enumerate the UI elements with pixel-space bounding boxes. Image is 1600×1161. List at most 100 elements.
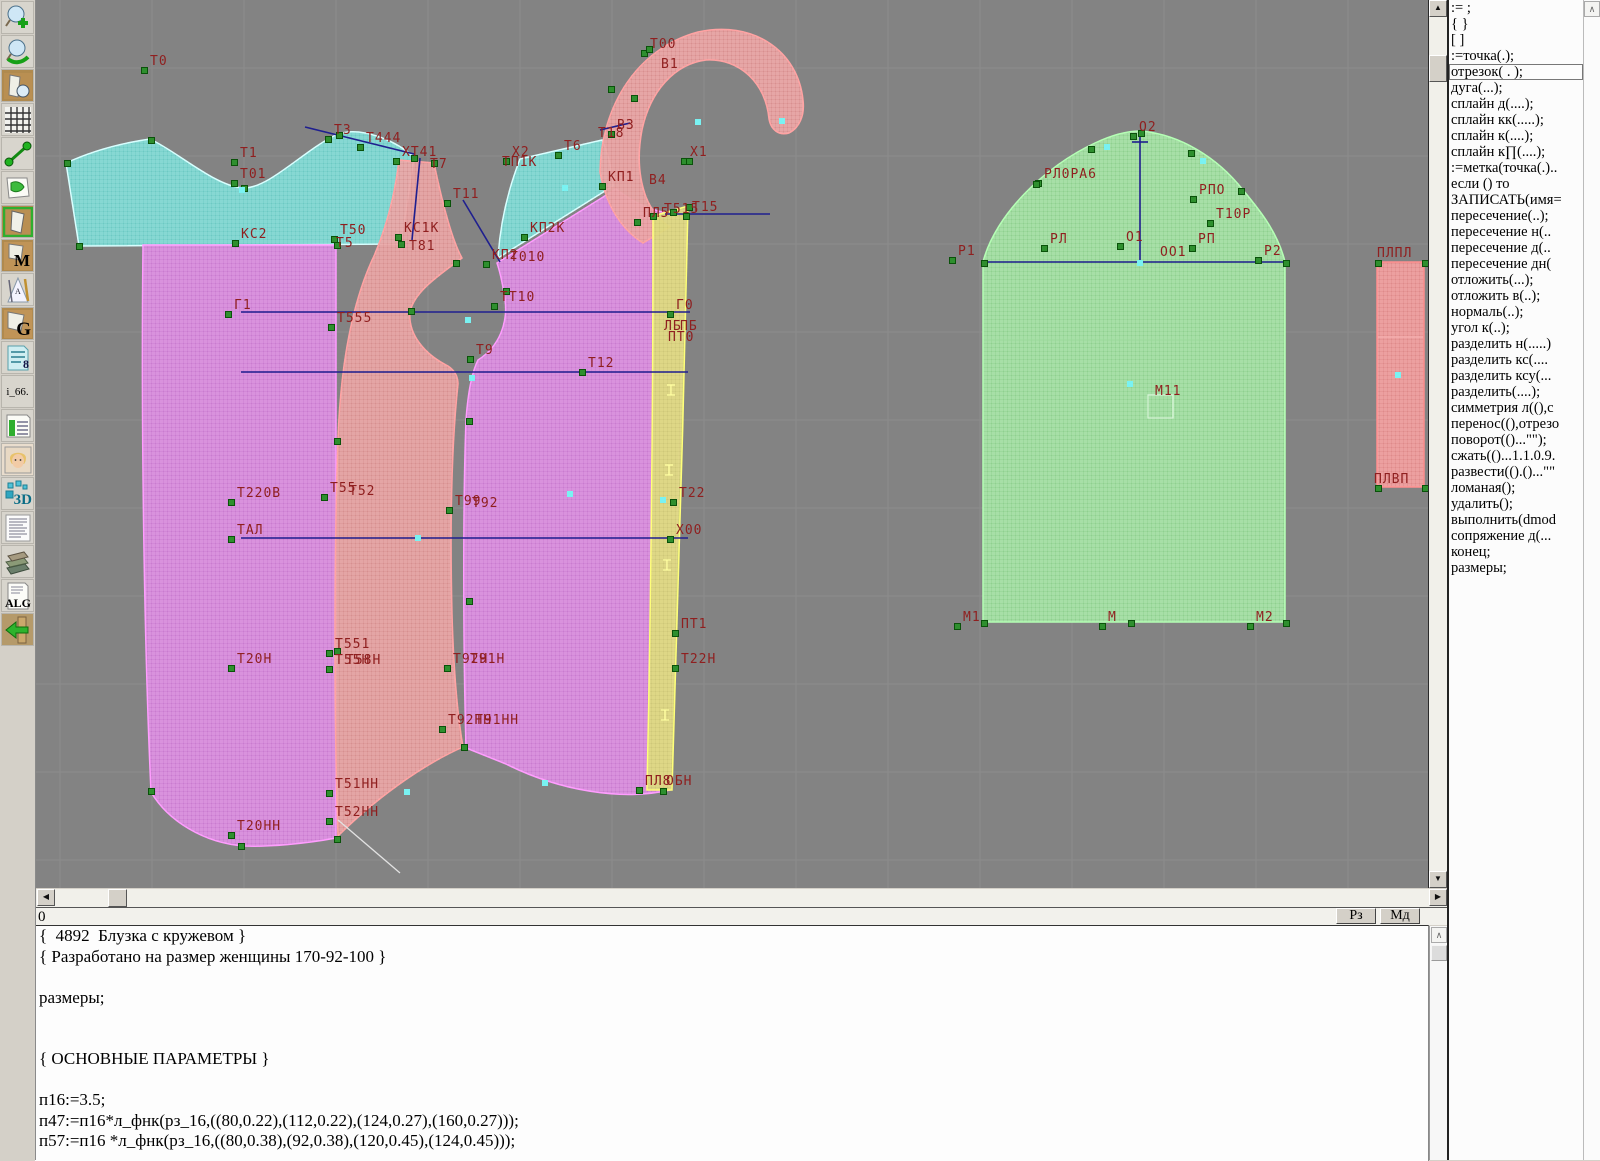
pattern-point <box>1190 196 1197 203</box>
command-item[interactable]: сопряжение д(... <box>1449 528 1583 544</box>
command-item[interactable]: развести(().()..."" <box>1449 464 1583 480</box>
canvas-hscroll-right[interactable]: ▶ <box>1429 889 1447 906</box>
command-item[interactable]: := ; <box>1449 0 1583 16</box>
command-item[interactable]: размеры; <box>1449 560 1583 576</box>
zoom-in-button[interactable] <box>1 1 34 34</box>
pattern-m-button[interactable]: M <box>1 239 34 272</box>
pattern-frame-button[interactable] <box>1 205 34 238</box>
command-item[interactable]: ломаная(); <box>1449 480 1583 496</box>
books-button[interactable] <box>1 545 34 578</box>
command-item[interactable]: отложить(...); <box>1449 272 1583 288</box>
pattern-point <box>1422 260 1429 267</box>
command-item[interactable]: отложить в(..); <box>1449 288 1583 304</box>
image-page-button[interactable] <box>1 171 34 204</box>
command-item[interactable]: разделить н(.....) <box>1449 336 1583 352</box>
command-item[interactable]: пересечение дн( <box>1449 256 1583 272</box>
i66-button[interactable]: i_66. <box>1 375 34 408</box>
pattern-label: Т91НН <box>475 714 519 727</box>
command-item[interactable]: разделить кс(.... <box>1449 352 1583 368</box>
code-scroll-thumb[interactable] <box>1431 945 1447 961</box>
command-item[interactable]: пересечение н(.. <box>1449 224 1583 240</box>
command-scroll-up[interactable]: ∧ <box>1584 1 1600 17</box>
command-item[interactable]: симметрия л((),с <box>1449 400 1583 416</box>
zoom-out-button[interactable] <box>1 35 34 68</box>
pattern-point <box>326 666 333 673</box>
canvas-vscroll-thumb[interactable] <box>1429 55 1447 82</box>
command-scrollbar[interactable]: ∧ <box>1583 0 1600 1160</box>
pattern-label: Т11 <box>453 188 479 201</box>
command-item[interactable]: сплайн кк(.....); <box>1449 112 1583 128</box>
command-item[interactable]: сплайн д(....); <box>1449 96 1583 112</box>
command-item[interactable]: удалить(); <box>1449 496 1583 512</box>
rz-button[interactable]: Рз <box>1336 908 1376 924</box>
command-item[interactable]: нормаль(..); <box>1449 304 1583 320</box>
text-list-button[interactable] <box>1 511 34 544</box>
selection-point <box>1127 381 1133 387</box>
command-item[interactable]: пересечение(..); <box>1449 208 1583 224</box>
command-item[interactable]: разделить(....); <box>1449 384 1583 400</box>
pattern-label: Т9 <box>476 344 494 357</box>
command-item[interactable]: сплайн к(....); <box>1449 128 1583 144</box>
md-button[interactable]: Мд <box>1380 908 1420 924</box>
pattern-label: Т551 <box>335 638 370 651</box>
command-item[interactable]: разделить ксу(... <box>1449 368 1583 384</box>
pattern-label: Р2 <box>1264 245 1282 258</box>
canvas-hscroll-thumb[interactable] <box>108 889 127 907</box>
pattern-preview-button[interactable] <box>1 69 34 102</box>
command-item[interactable]: угол к(..); <box>1449 320 1583 336</box>
command-item[interactable]: отрезок( . ); <box>1449 64 1583 80</box>
threed-button[interactable]: 3D <box>1 477 34 510</box>
pattern-label: ТП1К <box>502 156 537 169</box>
command-item[interactable]: поворот(()...""); <box>1449 432 1583 448</box>
alg-doc-button[interactable]: ALG <box>1 579 34 612</box>
code-editor[interactable]: { 4892 Блузка с кружевом }{ Разработано … <box>35 925 1429 1161</box>
pattern-label: ПТ0 <box>668 331 694 344</box>
command-item[interactable]: конец; <box>1449 544 1583 560</box>
command-item[interactable]: ЗАПИСАТЬ(имя= <box>1449 192 1583 208</box>
pattern-point <box>148 788 155 795</box>
selection-point <box>469 375 475 381</box>
command-item[interactable]: сжать(()...1.1.0.9. <box>1449 448 1583 464</box>
measure-button[interactable] <box>1 137 34 170</box>
command-item[interactable]: если () то <box>1449 176 1583 192</box>
canvas-vscroll-down[interactable]: ▼ <box>1429 871 1447 888</box>
command-item[interactable]: :=точка(.); <box>1449 48 1583 64</box>
grid-button[interactable] <box>1 103 34 136</box>
exit-button[interactable] <box>1 613 34 646</box>
canvas-hscrollbar[interactable] <box>35 889 1447 907</box>
pattern-g-button[interactable]: G <box>1 307 34 340</box>
command-item[interactable]: выполнить(dmod <box>1449 512 1583 528</box>
pattern-point <box>466 418 473 425</box>
selection-point <box>415 535 421 541</box>
pattern-label: Т91Н <box>470 653 505 666</box>
canvas-vscrollbar[interactable] <box>1429 0 1447 888</box>
pattern-point <box>1099 623 1106 630</box>
canvas-hscroll-left[interactable]: ◀ <box>37 889 55 906</box>
drawing-canvas[interactable]: Т0Т1Т01Т3Т444ХТ41Т7КС2Т50Т5КС1КТ81Т11Х2Т… <box>35 0 1429 888</box>
sizes-doc-button[interactable]: 8 <box>1 341 34 374</box>
command-item[interactable]: :=метка(точка(.).. <box>1449 160 1583 176</box>
pattern-preview-icon <box>3 71 33 101</box>
command-item[interactable]: пересечение д(.. <box>1449 240 1583 256</box>
pattern-label: Т58Н <box>346 654 381 667</box>
pattern-label: М <box>1108 611 1117 624</box>
code-line: { 4892 Блузка с кружевом } <box>35 926 1428 947</box>
code-scroll-up[interactable]: ∧ <box>1431 927 1447 943</box>
command-item[interactable]: дуга(...); <box>1449 80 1583 96</box>
command-item[interactable]: перенос((),отрезо <box>1449 416 1583 432</box>
pattern-point <box>148 137 155 144</box>
selection-point <box>567 491 573 497</box>
code-vscrollbar[interactable]: ∧ <box>1429 926 1448 1160</box>
size-table-button[interactable] <box>1 409 34 442</box>
photo-button[interactable] <box>1 443 34 476</box>
helper-line <box>338 820 400 873</box>
drafting-button[interactable]: A <box>1 273 34 306</box>
command-item[interactable]: сплайн к∏(....); <box>1449 144 1583 160</box>
pattern-point <box>634 219 641 226</box>
status-row: 0 Рз Мд <box>35 907 1447 925</box>
pattern-point <box>228 832 235 839</box>
command-item[interactable]: [ ] <box>1449 32 1583 48</box>
canvas-vscroll-up[interactable]: ▲ <box>1429 0 1447 17</box>
command-item[interactable]: { } <box>1449 16 1583 32</box>
pattern-label: РЛ <box>1050 233 1068 246</box>
